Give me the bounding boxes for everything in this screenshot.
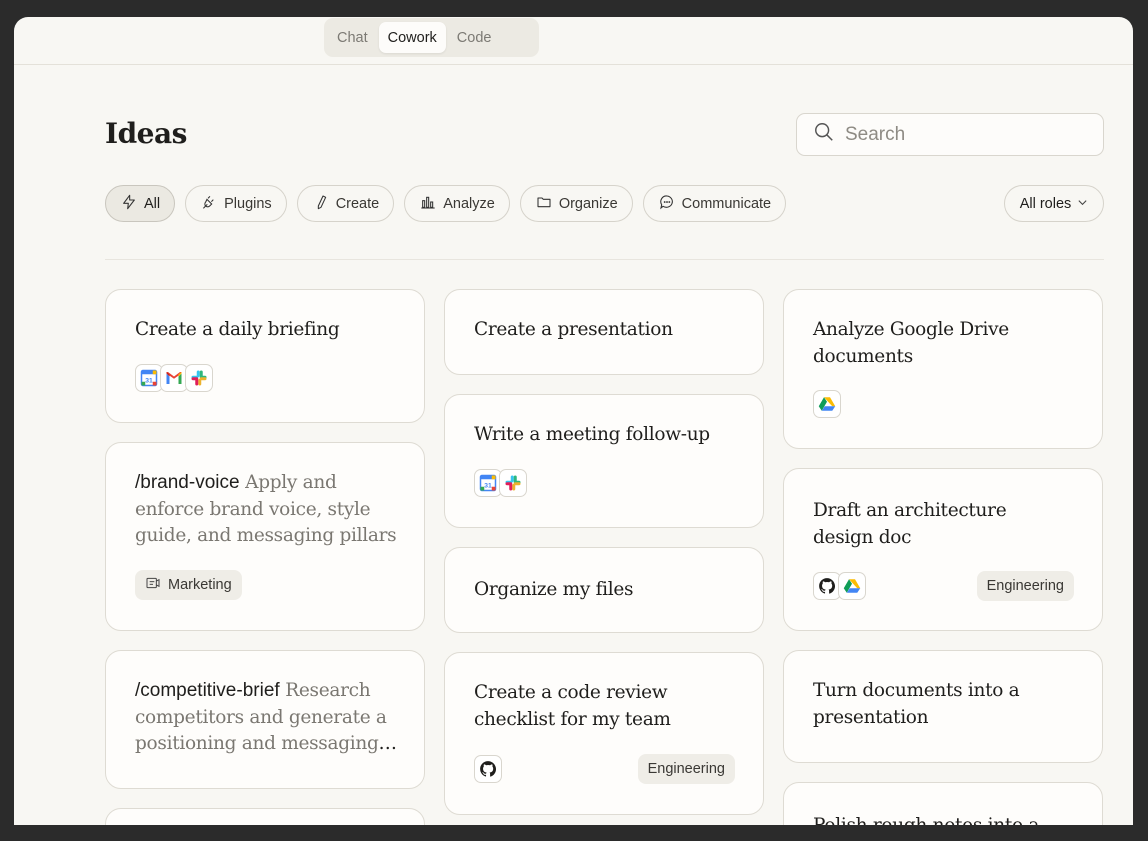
filter-label: All bbox=[144, 195, 161, 212]
tag-label: Engineering bbox=[647, 761, 725, 777]
google-calendar-icon bbox=[135, 364, 163, 392]
command-name: /brand-voice bbox=[135, 472, 240, 493]
slack-icon bbox=[499, 469, 527, 497]
filter-label: Organize bbox=[558, 195, 618, 212]
tag-label: Engineering bbox=[986, 578, 1064, 594]
card-title: /competitive-brief Research competitors … bbox=[135, 678, 398, 758]
chat-bubble-icon bbox=[659, 194, 675, 214]
tab-code[interactable]: Code bbox=[448, 22, 501, 53]
filter-analyze[interactable]: Analyze bbox=[404, 185, 510, 222]
google-drive-icon bbox=[813, 390, 841, 418]
card-title: Polish rough notes into a bbox=[813, 813, 1076, 825]
search-icon bbox=[813, 121, 835, 148]
card-title: Write a meeting follow-up bbox=[474, 424, 710, 445]
filter-label: Plugins bbox=[224, 195, 272, 212]
filter-organize[interactable]: Organize bbox=[519, 185, 633, 222]
filter-bar: All Plugins Create Analyze Organize Comm… bbox=[105, 185, 787, 222]
github-icon bbox=[813, 572, 841, 600]
roles-label: All roles bbox=[1019, 195, 1072, 212]
idea-card[interactable]: Polish rough notes into a bbox=[783, 782, 1103, 825]
card-title: Draft an architecture design doc bbox=[813, 500, 1007, 548]
idea-card[interactable]: Create a code review checklist for my te… bbox=[444, 652, 764, 815]
google-drive-icon bbox=[838, 572, 866, 600]
card-title: Create a daily briefing bbox=[135, 319, 340, 340]
google-calendar-icon bbox=[474, 469, 502, 497]
integration-icons bbox=[813, 390, 841, 418]
mode-switcher: Chat Cowork Code bbox=[324, 18, 539, 57]
card-title: Analyze Google Drive documents bbox=[813, 319, 1009, 367]
idea-card[interactable]: Create a presentation bbox=[444, 289, 764, 375]
github-icon bbox=[474, 755, 502, 783]
filter-label: Create bbox=[335, 195, 380, 212]
idea-card[interactable]: Organize my files bbox=[444, 547, 764, 633]
tag-label: Marketing bbox=[168, 577, 232, 593]
idea-card[interactable]: Write a meeting follow-up bbox=[444, 394, 764, 528]
integration-icons bbox=[135, 364, 213, 392]
idea-card[interactable]: Turn documents into a presentation bbox=[783, 650, 1103, 763]
idea-card[interactable]: /brand-voice Apply and enforce brand voi… bbox=[105, 442, 425, 631]
roles-dropdown[interactable]: All roles bbox=[1004, 185, 1104, 222]
card-title: Turn documents into a presentation bbox=[813, 680, 1020, 728]
role-tag: Engineering bbox=[637, 754, 735, 784]
filter-label: Communicate bbox=[681, 195, 772, 212]
integration-icons bbox=[474, 755, 502, 783]
integration-icons bbox=[474, 469, 527, 497]
integration-icons bbox=[813, 572, 866, 600]
filter-communicate[interactable]: Communicate bbox=[642, 185, 787, 222]
gmail-icon bbox=[160, 364, 188, 392]
megaphone-icon bbox=[145, 575, 161, 595]
idea-card[interactable] bbox=[105, 808, 425, 825]
filter-create[interactable]: Create bbox=[296, 185, 395, 222]
search-input[interactable] bbox=[845, 123, 1085, 146]
role-tag: Marketing bbox=[135, 570, 242, 600]
plug-icon bbox=[201, 194, 217, 214]
idea-card[interactable]: /competitive-brief Research competitors … bbox=[105, 650, 425, 789]
card-title: Organize my files bbox=[474, 579, 634, 600]
card-title: Create a presentation bbox=[474, 319, 673, 340]
filter-all[interactable]: All bbox=[105, 185, 176, 222]
pen-icon bbox=[313, 194, 329, 214]
filter-plugins[interactable]: Plugins bbox=[185, 185, 287, 222]
idea-card[interactable]: Draft an architecture design doc Enginee… bbox=[783, 468, 1103, 631]
card-title: Create a code review checklist for my te… bbox=[474, 682, 671, 730]
role-tag: Engineering bbox=[976, 571, 1074, 601]
card-title: /brand-voice Apply and enforce brand voi… bbox=[135, 470, 398, 550]
chevron-down-icon bbox=[1077, 196, 1088, 212]
idea-card[interactable]: Create a daily briefing bbox=[105, 289, 425, 423]
slack-icon bbox=[185, 364, 213, 392]
folder-icon bbox=[536, 194, 552, 214]
command-name: /competitive-brief bbox=[135, 680, 280, 701]
tab-chat[interactable]: Chat bbox=[328, 22, 377, 53]
divider bbox=[105, 259, 1104, 260]
bar-chart-icon bbox=[420, 194, 436, 214]
idea-card[interactable]: Analyze Google Drive documents bbox=[783, 289, 1103, 449]
tab-cowork[interactable]: Cowork bbox=[378, 22, 446, 53]
bolt-icon bbox=[121, 194, 137, 214]
app-window: Chat Cowork Code Ideas All Plugins Creat… bbox=[14, 17, 1133, 825]
filter-label: Analyze bbox=[443, 195, 495, 212]
top-bar: Chat Cowork Code bbox=[14, 17, 1133, 65]
search-box[interactable] bbox=[796, 113, 1104, 156]
page-title: Ideas bbox=[105, 117, 187, 150]
